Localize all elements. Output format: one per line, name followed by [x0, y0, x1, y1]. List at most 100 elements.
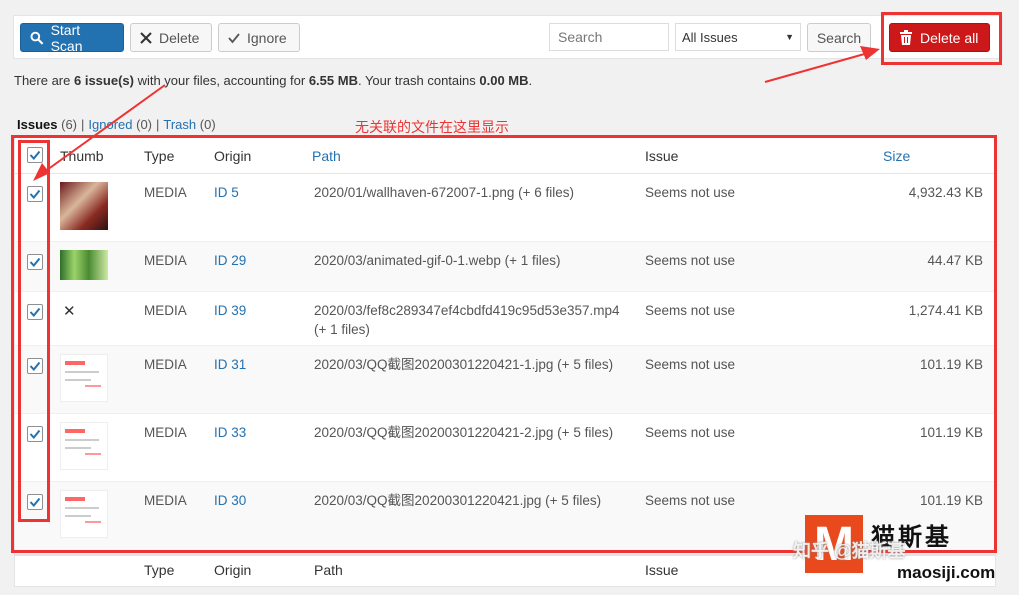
checkmark-icon: [29, 361, 41, 372]
row-type: MEDIA: [144, 493, 187, 508]
delete-label: Delete: [159, 29, 200, 46]
separator: |: [81, 117, 85, 132]
view-issues-label: Issues: [17, 117, 58, 132]
column-origin: Origin: [214, 148, 252, 164]
row-path: 2020/03/QQ截图20200301220421.jpg (+ 5 file…: [314, 493, 602, 508]
row-checkbox[interactable]: [27, 304, 43, 320]
checkmark-icon: [29, 307, 41, 318]
row-issue: Seems not use: [645, 493, 736, 508]
row-path: 2020/03/fef8c289347ef4cbdfd419c95d53e357…: [314, 303, 620, 337]
row-path: 2020/03/QQ截图20200301220421-1.jpg (+ 5 fi…: [314, 357, 614, 372]
footer-column-type: Type: [144, 562, 175, 578]
dropdown-arrow-icon: ▼: [785, 32, 794, 42]
thumbnail-image[interactable]: [60, 422, 108, 470]
table-row[interactable]: ✕ MEDIA ID 39 2020/03/fef8c289347ef4cbdf…: [15, 292, 995, 346]
row-checkbox[interactable]: [27, 494, 43, 510]
footer-column-path[interactable]: Path: [314, 562, 343, 578]
table-header: Thumb Type Origin Path Issue Size: [15, 136, 995, 174]
row-issue: Seems not use: [645, 253, 736, 268]
row-issue: Seems not use: [645, 303, 736, 318]
row-size: 1,274.41 KB: [908, 303, 983, 318]
start-scan-label: Start Scan: [50, 21, 83, 54]
column-path[interactable]: Path: [312, 148, 341, 164]
table-row[interactable]: MEDIA ID 5 2020/01/wallhaven-672007-1.pn…: [15, 174, 995, 242]
watermark: M 猫斯基 知乎 @猫斯基 maosiji.com: [793, 515, 1001, 585]
thumbnail-image[interactable]: [60, 250, 108, 280]
column-issue: Issue: [645, 148, 679, 164]
view-ignored-link[interactable]: Ignored: [88, 117, 132, 132]
thumbnail-image[interactable]: [60, 490, 108, 538]
row-checkbox[interactable]: [27, 186, 43, 202]
scan-summary: There are 6 issue(s) with your files, ac…: [14, 73, 532, 88]
column-type: Type: [144, 148, 175, 164]
row-issue: Seems not use: [645, 357, 736, 372]
summary-mid2: . Your trash contains: [357, 73, 480, 88]
row-origin-link[interactable]: ID 39: [214, 303, 246, 318]
delete-button[interactable]: Delete: [130, 23, 212, 52]
no-thumbnail-icon: ✕: [63, 303, 76, 320]
row-type: MEDIA: [144, 303, 187, 318]
row-path: 2020/03/animated-gif-0-1.webp (+ 1 files…: [314, 253, 561, 268]
row-type: MEDIA: [144, 185, 187, 200]
row-path: 2020/03/QQ截图20200301220421-2.jpg (+ 5 fi…: [314, 425, 614, 440]
table-row[interactable]: MEDIA ID 31 2020/03/QQ截图20200301220421-1…: [15, 346, 995, 414]
row-origin-link[interactable]: ID 29: [214, 253, 246, 268]
view-trash-count: (0): [199, 117, 216, 132]
row-size: 101.19 KB: [919, 493, 983, 508]
ignore-label: Ignore: [247, 29, 287, 46]
close-icon: [140, 31, 152, 44]
start-scan-button[interactable]: Start Scan: [20, 21, 124, 54]
separator: |: [156, 117, 160, 132]
checkmark-icon: [29, 150, 41, 161]
column-thumb: Thumb: [60, 148, 104, 164]
table-row[interactable]: MEDIA ID 29 2020/03/animated-gif-0-1.web…: [15, 242, 995, 292]
checkmark-icon: [29, 497, 41, 508]
delete-all-button[interactable]: Delete all: [889, 23, 990, 52]
checkmark-icon: [29, 257, 41, 268]
search-input[interactable]: Search: [549, 23, 669, 51]
row-size: 4,932.43 KB: [908, 185, 983, 200]
thumbnail-image[interactable]: [60, 354, 108, 402]
row-type: MEDIA: [144, 253, 187, 268]
thumbnail-image[interactable]: [60, 182, 108, 230]
row-origin-link[interactable]: ID 5: [214, 185, 239, 200]
view-trash[interactable]: Trash (0): [163, 117, 215, 132]
row-checkbox[interactable]: [27, 254, 43, 270]
search-button[interactable]: Search: [807, 23, 871, 52]
row-type: MEDIA: [144, 425, 187, 440]
row-checkbox[interactable]: [27, 358, 43, 374]
watermark-domain: maosiji.com: [897, 563, 996, 582]
issues-table: Thumb Type Origin Path Issue Size MEDIA …: [14, 135, 996, 555]
delete-all-label: Delete all: [920, 29, 979, 46]
select-all-checkbox[interactable]: [27, 147, 43, 163]
row-origin-link[interactable]: ID 30: [214, 493, 246, 508]
table-row[interactable]: MEDIA ID 33 2020/03/QQ截图20200301220421-2…: [15, 414, 995, 482]
checkmark-icon: [228, 32, 240, 43]
annotation-text: 无关联的文件在这里显示: [355, 119, 509, 135]
toolbar: Start Scan Delete Ignore Search All Issu…: [13, 15, 1003, 59]
trash-icon: [900, 30, 912, 45]
summary-issue-count: 6 issue(s): [73, 73, 134, 88]
view-ignored[interactable]: Ignored (0): [88, 117, 152, 132]
checkmark-icon: [29, 189, 41, 200]
issue-filter-select[interactable]: All Issues ▼: [675, 23, 801, 51]
row-origin-link[interactable]: ID 31: [214, 357, 246, 372]
view-trash-link[interactable]: Trash: [163, 117, 196, 132]
view-ignored-count: (0): [136, 117, 152, 132]
footer-column-issue: Issue: [645, 562, 679, 578]
row-size: 101.19 KB: [919, 425, 983, 440]
column-size[interactable]: Size: [883, 148, 910, 164]
ignore-button[interactable]: Ignore: [218, 23, 300, 52]
row-checkbox[interactable]: [27, 426, 43, 442]
summary-trash-size: 0.00 MB: [479, 73, 529, 88]
summary-mid: with your files, accounting for: [133, 73, 309, 88]
row-issue: Seems not use: [645, 185, 736, 200]
row-origin-link[interactable]: ID 33: [214, 425, 246, 440]
row-type: MEDIA: [144, 357, 187, 372]
row-size: 101.19 KB: [919, 357, 983, 372]
search-button-label: Search: [816, 29, 862, 46]
summary-suffix: .: [528, 73, 533, 88]
row-size: 44.47 KB: [927, 253, 983, 268]
row-issue: Seems not use: [645, 425, 736, 440]
view-issues[interactable]: Issues (6): [17, 117, 77, 132]
